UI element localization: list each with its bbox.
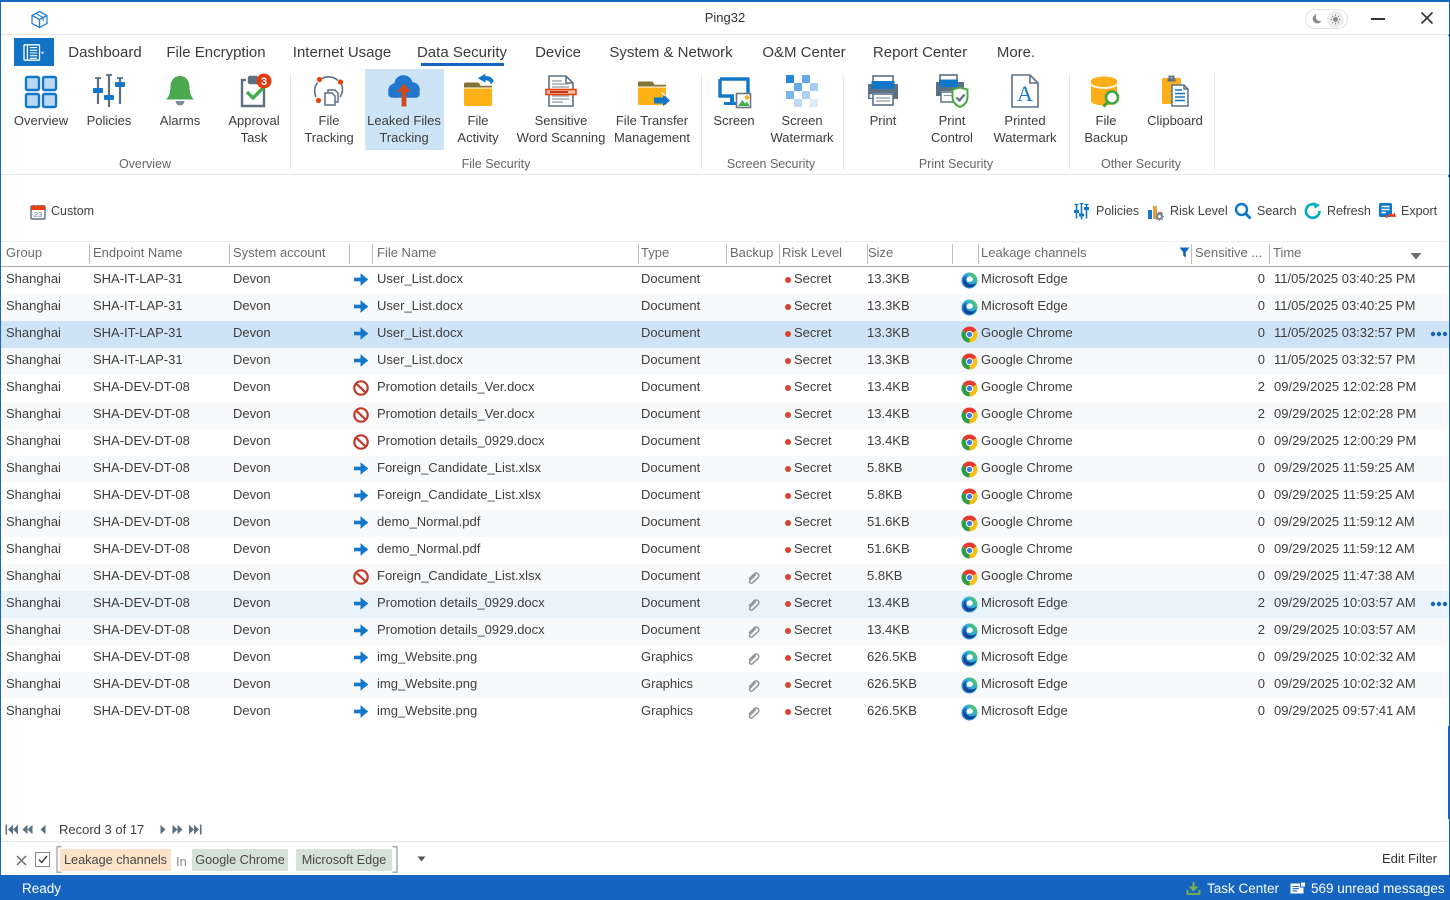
- svg-text:A: A: [1017, 81, 1033, 106]
- svg-text:23: 23: [34, 210, 42, 219]
- svg-text:3: 3: [261, 76, 267, 88]
